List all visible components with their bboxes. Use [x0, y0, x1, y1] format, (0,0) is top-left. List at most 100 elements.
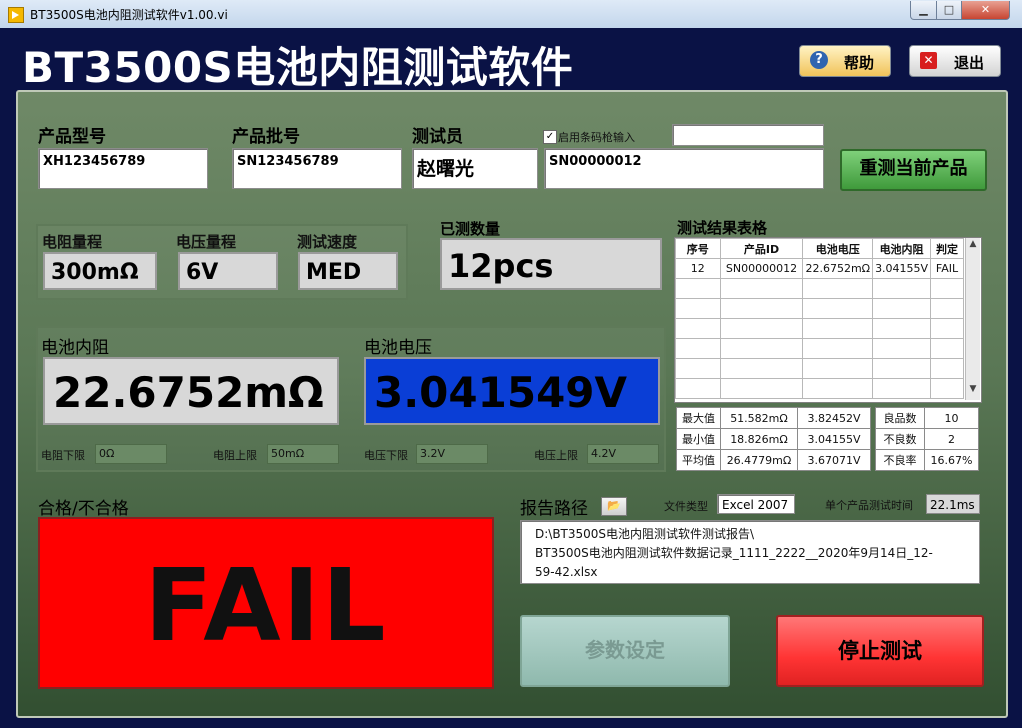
file-type-label: 文件类型: [664, 500, 708, 513]
resistance-low-value[interactable]: 0Ω: [95, 444, 167, 464]
resistance-low-label: 电阻下限: [41, 449, 85, 462]
table-row: 最大值 51.582mΩ 3.82452V: [676, 407, 871, 429]
good-count-label: 良品数: [875, 407, 925, 429]
battery-voltage-value: 3.041549V: [364, 357, 660, 425]
table-row: 平均值 26.4779mΩ 3.67071V: [676, 449, 871, 471]
column-header: 电池电压: [802, 238, 874, 259]
barcode-checkbox-label: 启用条码枪输入: [558, 131, 635, 144]
min-resistance: 18.826mΩ: [720, 428, 798, 450]
table-header-row: 序号 产品ID 电池电压 电池内阻 判定: [675, 238, 964, 259]
table-cell: SN00000012: [719, 258, 804, 279]
voltage-low-value[interactable]: 3.2V: [416, 444, 488, 464]
tester-label: 测试员: [412, 127, 463, 147]
scroll-down-icon[interactable]: ▼: [967, 384, 979, 398]
column-header: 判定: [930, 238, 964, 259]
table-scrollbar[interactable]: ▲ ▼: [965, 238, 980, 400]
column-header: 电池内阻: [872, 238, 932, 259]
test-speed-value: MED: [298, 252, 398, 290]
tested-count-value: 12pcs: [440, 238, 662, 290]
resistance-range-label: 电阻量程: [42, 233, 103, 251]
report-path-line: D:\BT3500S电池内阻测试软件测试报告\: [535, 527, 755, 541]
barcode-extra-field[interactable]: [672, 124, 824, 146]
table-row: 最小值 18.826mΩ 3.04155V: [676, 428, 871, 450]
table-cell: 12: [675, 258, 721, 279]
table-row[interactable]: [675, 378, 964, 399]
window-close-button[interactable]: ✕: [961, 1, 1010, 20]
verdict-indicator: FAIL: [38, 517, 494, 689]
product-batch-field[interactable]: SN123456789: [232, 148, 402, 189]
max-voltage: 3.82452V: [797, 407, 871, 429]
battery-resistance-value: 22.6752mΩ: [43, 357, 339, 425]
single-test-time-value: 22.1ms: [926, 494, 980, 514]
min-label: 最小值: [676, 428, 721, 450]
single-test-time-label: 单个产品测试时间: [825, 499, 913, 512]
table-row[interactable]: [675, 358, 964, 379]
bad-rate-label: 不良率: [875, 449, 925, 471]
table-row[interactable]: [675, 278, 964, 299]
table-row[interactable]: 12 SN00000012 22.6752mΩ 3.04155V FAIL: [675, 258, 964, 279]
tested-count-label: 已测数量: [440, 220, 501, 238]
product-batch-label: 产品批号: [232, 127, 300, 147]
bad-rate-value: 16.67%: [924, 449, 979, 471]
stop-test-button[interactable]: 停止测试: [776, 615, 984, 687]
battery-voltage-label: 电池电压: [364, 338, 432, 358]
labview-app-icon: [8, 7, 24, 23]
product-model-label: 产品型号: [38, 127, 106, 147]
avg-label: 平均值: [676, 449, 721, 471]
minimize-button[interactable]: ▁: [910, 1, 937, 20]
report-path-label: 报告路径: [520, 499, 588, 519]
result-table-container: 序号 产品ID 电池电压 电池内阻 判定 12 SN00000012 22.67…: [674, 237, 982, 403]
table-cell: 3.04155V: [872, 258, 932, 279]
avg-resistance: 26.4779mΩ: [720, 449, 798, 471]
maximize-button[interactable]: □: [936, 1, 962, 20]
table-row: 良品数 10: [875, 407, 979, 429]
retest-current-product-button[interactable]: 重测当前产品: [840, 149, 987, 191]
help-button[interactable]: ? 帮助: [799, 45, 891, 77]
verdict-text: FAIL: [144, 547, 388, 664]
good-count-value: 10: [924, 407, 979, 429]
resistance-high-value[interactable]: 50mΩ: [267, 444, 339, 464]
folder-icon[interactable]: 📂: [601, 497, 627, 516]
app-title: BT3500S电池内阻测试软件: [22, 43, 574, 92]
help-icon: ?: [810, 51, 828, 69]
battery-resistance-label: 电池内阻: [41, 338, 109, 358]
exit-button-label: 退出: [954, 54, 985, 72]
voltage-high-value[interactable]: 4.2V: [587, 444, 659, 464]
table-row[interactable]: [675, 318, 964, 339]
report-path-field[interactable]: D:\BT3500S电池内阻测试软件测试报告\ BT3500S电池内阻测试软件数…: [520, 520, 980, 584]
table-row: 不良率 16.67%: [875, 449, 979, 471]
window-titlebar: BT3500S电池内阻测试软件v1.00.vi ▁ □ ✕: [0, 0, 1022, 29]
window-title: BT3500S电池内阻测试软件v1.00.vi: [30, 8, 228, 22]
tester-field[interactable]: 赵曙光: [412, 148, 538, 189]
result-table-title: 测试结果表格: [677, 219, 768, 237]
voltage-range-label: 电压量程: [176, 233, 237, 251]
report-path-line: BT3500S电池内阻测试软件数据记录_1111_2222__2020年9月14…: [535, 546, 933, 560]
report-path-line: 59-42.xlsx: [535, 565, 598, 579]
product-model-field[interactable]: XH123456789: [38, 148, 208, 189]
result-table: 序号 产品ID 电池电压 电池内阻 判定 12 SN00000012 22.67…: [675, 238, 964, 399]
bad-count-label: 不良数: [875, 428, 925, 450]
stats-table: 最大值 51.582mΩ 3.82452V 最小值 18.826mΩ 3.041…: [676, 407, 871, 471]
table-cell: FAIL: [930, 258, 964, 279]
barcode-checkbox[interactable]: ✓: [543, 130, 557, 144]
test-speed-label: 测试速度: [297, 233, 358, 251]
scroll-up-icon[interactable]: ▲: [967, 239, 979, 253]
bad-count-value: 2: [924, 428, 979, 450]
voltage-low-label: 电压下限: [364, 449, 408, 462]
column-header: 产品ID: [719, 238, 804, 259]
column-header: 序号: [675, 238, 721, 259]
exit-button[interactable]: ✕ 退出: [909, 45, 1001, 77]
max-resistance: 51.582mΩ: [720, 407, 798, 429]
table-row[interactable]: [675, 338, 964, 359]
table-cell: 22.6752mΩ: [802, 258, 874, 279]
serial-number-field[interactable]: SN00000012: [544, 148, 824, 189]
file-type-select[interactable]: Excel 2007: [717, 494, 795, 514]
parameter-settings-button[interactable]: 参数设定: [520, 615, 730, 687]
help-button-label: 帮助: [844, 54, 875, 72]
table-row[interactable]: [675, 298, 964, 319]
close-icon: ✕: [920, 52, 937, 69]
voltage-high-label: 电压上限: [534, 449, 578, 462]
avg-voltage: 3.67071V: [797, 449, 871, 471]
min-voltage: 3.04155V: [797, 428, 871, 450]
yield-table: 良品数 10 不良数 2 不良率 16.67%: [875, 407, 979, 471]
